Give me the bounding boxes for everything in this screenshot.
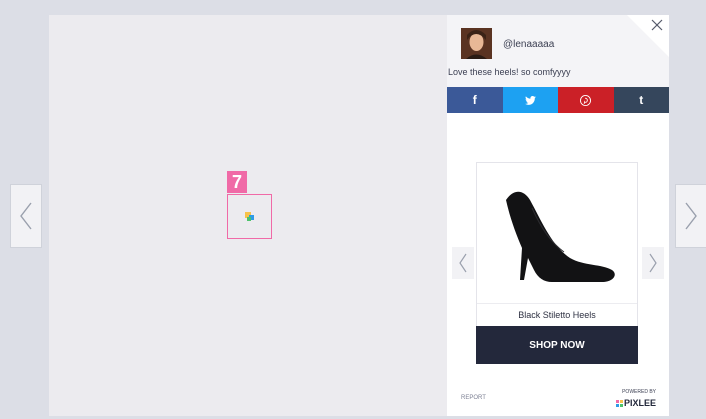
media-area: 7 <box>49 15 447 416</box>
chevron-right-icon <box>649 253 657 273</box>
pixlee-brand: PIXLEE <box>624 398 657 408</box>
report-link[interactable]: REPORT <box>461 395 486 401</box>
share-tumblr-button[interactable]: t <box>613 87 669 113</box>
share-bar: f t <box>447 87 669 113</box>
share-facebook-button[interactable]: f <box>447 87 503 113</box>
facebook-icon: f <box>472 93 477 107</box>
post-caption: Love these heels! so comfyyyy <box>448 67 571 77</box>
tumblr-icon: t <box>639 93 644 107</box>
share-pinterest-button[interactable] <box>558 87 614 113</box>
twitter-icon <box>524 95 536 105</box>
broken-image-icon <box>244 211 254 221</box>
product-next-button[interactable] <box>642 247 664 279</box>
product-image[interactable] <box>477 163 637 303</box>
close-button[interactable] <box>627 15 669 57</box>
lightbox: 7 @lenaaaaa Love these heels! so comfyyy… <box>49 15 669 416</box>
powered-by-pixlee[interactable]: POWERED BY PIXLEE <box>616 390 656 411</box>
username[interactable]: @lenaaaaa <box>503 39 554 50</box>
pixlee-logo-icon <box>616 400 623 407</box>
media-badge: 7 <box>227 171 247 193</box>
product-card[interactable]: Black Stiletto Heels SHOP NOW <box>476 162 638 364</box>
shop-now-button[interactable]: SHOP NOW <box>476 326 638 364</box>
powered-by-label: POWERED BY <box>622 389 656 395</box>
chevron-right-icon <box>685 202 697 230</box>
previous-slide-button[interactable] <box>10 184 42 248</box>
share-twitter-button[interactable] <box>502 87 558 113</box>
chevron-left-icon <box>459 253 467 273</box>
next-slide-button[interactable] <box>675 184 706 248</box>
chevron-left-icon <box>20 202 32 230</box>
pinterest-icon <box>580 94 592 106</box>
avatar[interactable] <box>461 28 492 59</box>
product-name: Black Stiletto Heels <box>477 303 637 326</box>
product-prev-button[interactable] <box>452 247 474 279</box>
post-header: @lenaaaaa Love these heels! so comfyyyy <box>447 15 669 87</box>
detail-panel: @lenaaaaa Love these heels! so comfyyyy … <box>447 15 669 416</box>
media-placeholder[interactable] <box>227 194 272 239</box>
